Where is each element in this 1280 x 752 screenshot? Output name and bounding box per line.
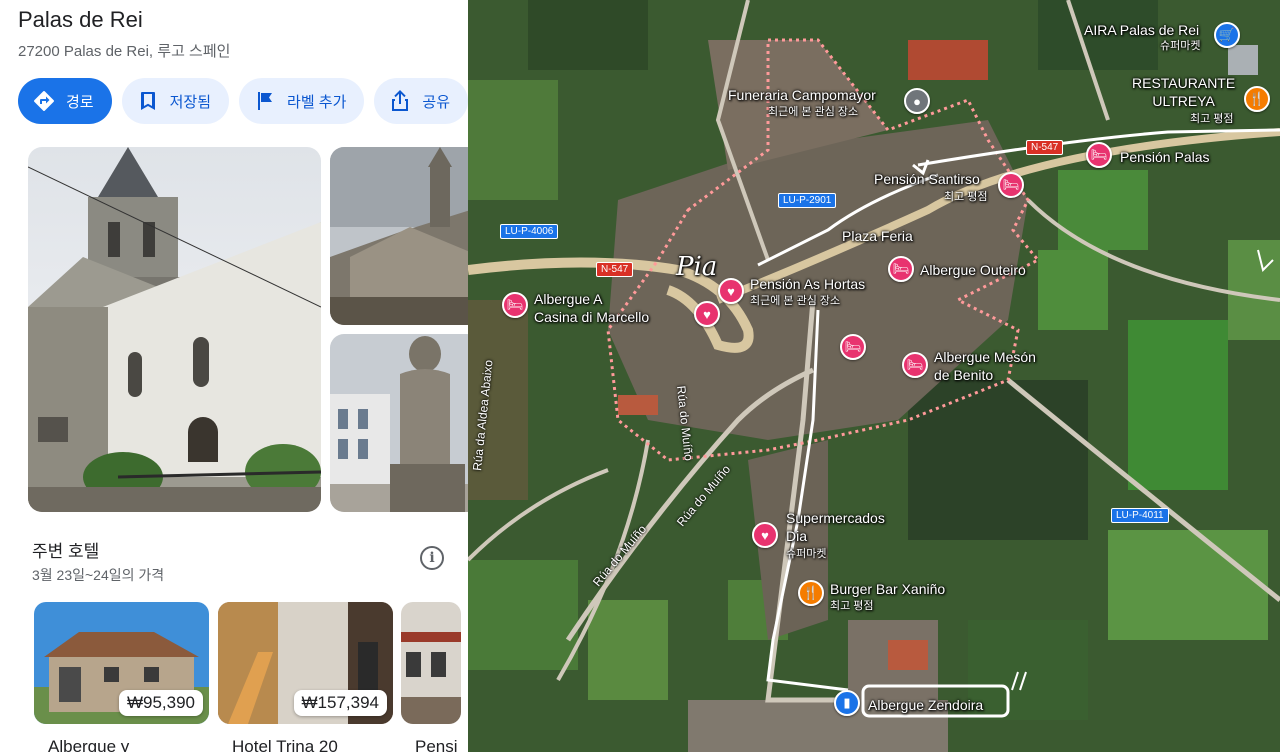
poi-name[interactable]: Pensión Santirso [874, 170, 980, 188]
place-panel: Palas de Rei 27200 Palas de Rei, 루고 스페인 … [0, 0, 468, 752]
statue-illustration [330, 334, 468, 512]
poi-category: 최근에 본 관심 장소 [768, 106, 859, 118]
poi-name[interactable]: RESTAURANTE ULTREYA [1132, 74, 1235, 110]
heart-icon[interactable]: ♥ [718, 278, 744, 304]
poi-name[interactable]: Pensión As Hortas [750, 275, 865, 293]
saved-button[interactable]: 저장됨 [121, 78, 230, 124]
poi-name[interactable]: Burger Bar Xaniño [830, 580, 945, 598]
poi-category: 최고 평점 [944, 191, 988, 203]
directions-button[interactable]: 경로 [18, 78, 112, 124]
share-icon [392, 90, 409, 111]
saved-label: 저장됨 [169, 93, 212, 111]
share-label: 공유 [422, 93, 450, 111]
place-icon[interactable]: ● [904, 88, 930, 114]
church-illustration [28, 147, 321, 512]
poi-name[interactable]: Albergue A Casina di Marcello [534, 290, 649, 326]
bed-icon[interactable]: 🛏 [502, 292, 528, 318]
cart-icon[interactable]: 🛒 [1214, 22, 1240, 48]
poi-category: 최고 평점 [830, 600, 874, 612]
hotel-card[interactable]: Pensi [401, 602, 461, 752]
church-side-photo[interactable] [330, 147, 468, 325]
hotel-name: Hotel Trina 20 [232, 737, 338, 752]
place-address: 27200 Palas de Rei, 루고 스페인 [18, 43, 231, 60]
satellite-imagery [468, 0, 1280, 752]
directions-label: 경로 [66, 93, 94, 111]
fork-knife-icon[interactable]: 🍴 [1244, 86, 1270, 112]
hotel-card[interactable]: ₩95,390 Albergue y [34, 602, 209, 752]
hotel-price: ₩157,394 [293, 690, 387, 716]
share-button[interactable]: 공유 [374, 78, 468, 124]
place-title: Palas de Rei [18, 7, 143, 32]
hotel-name: Albergue y [48, 737, 130, 752]
poi-category: 슈퍼마켓 [1160, 40, 1201, 52]
poi-name[interactable]: Pensión Palas [1120, 148, 1210, 166]
side-photo-illustration [330, 147, 468, 325]
poi-name[interactable]: Supermercados Dia [786, 509, 885, 545]
heart-icon[interactable]: ♥ [694, 301, 720, 327]
action-chips: 경로 저장됨 라벨 추가 공유 [18, 78, 468, 124]
heart-icon[interactable]: ♥ [752, 522, 778, 548]
fork-knife-icon[interactable]: 🍴 [798, 580, 824, 606]
poi-category: 최고 평점 [1190, 113, 1234, 125]
bed-icon[interactable]: 🛏 [998, 172, 1024, 198]
poi-category: 슈퍼마켓 [786, 548, 827, 560]
directions-icon [34, 91, 54, 111]
poi-name[interactable]: Albergue Mesón de Benito [934, 348, 1036, 384]
bed-icon[interactable]: 🛏 [902, 352, 928, 378]
add-label-label: 라벨 추가 [287, 93, 347, 111]
road-shield-n-547: N-547 [1026, 140, 1064, 155]
add-label-button[interactable]: 라벨 추가 [239, 78, 365, 124]
poi-name[interactable]: AIRA Palas de Rei [1084, 21, 1199, 39]
church-photo[interactable] [28, 147, 321, 512]
statue-photo[interactable] [330, 334, 468, 512]
poi-name[interactable]: Plaza Feria [842, 227, 913, 245]
hotel-card[interactable]: ₩157,394 Hotel Trina 20 [218, 602, 393, 752]
poi-name[interactable]: Funeraria Campomayor [728, 86, 876, 104]
bed-icon[interactable]: 🛏 [888, 256, 914, 282]
poi-name[interactable]: Albergue Outeiro [920, 261, 1026, 279]
hotel-photo [401, 602, 461, 724]
bookmark-icon [140, 92, 155, 110]
handwritten-note: Pia [676, 252, 718, 282]
road-shield-lu-p-4006: LU-P-4006 [500, 224, 559, 239]
flag-icon [258, 92, 273, 110]
poi-name[interactable]: Albergue Zendoira [868, 696, 983, 714]
nearby-hotels-title: 주변 호텔 [32, 542, 100, 561]
road-shield-n-547: N-547 [596, 262, 634, 277]
road-shield-lu-p-4011: LU-P-4011 [1111, 508, 1169, 523]
hotel-illustration [401, 602, 461, 724]
hotel-price: ₩95,390 [118, 690, 203, 716]
hotel-name: Pensi [415, 737, 458, 752]
poi-category: 최근에 본 관심 장소 [750, 295, 841, 307]
info-icon[interactable]: i [420, 546, 444, 570]
satellite-map[interactable]: Pia LU-P-4006 N-547 LU-P-2901 N-547 LU-P… [468, 0, 1280, 752]
nearby-hotels-dates: 3월 23일~24일의 가격 [32, 567, 165, 583]
bed-icon[interactable]: 🛏 [1086, 142, 1112, 168]
hostel-icon[interactable]: ▮ [834, 690, 860, 716]
road-shield-lu-p-2901: LU-P-2901 [778, 193, 837, 208]
bed-icon[interactable]: 🛏 [840, 334, 866, 360]
